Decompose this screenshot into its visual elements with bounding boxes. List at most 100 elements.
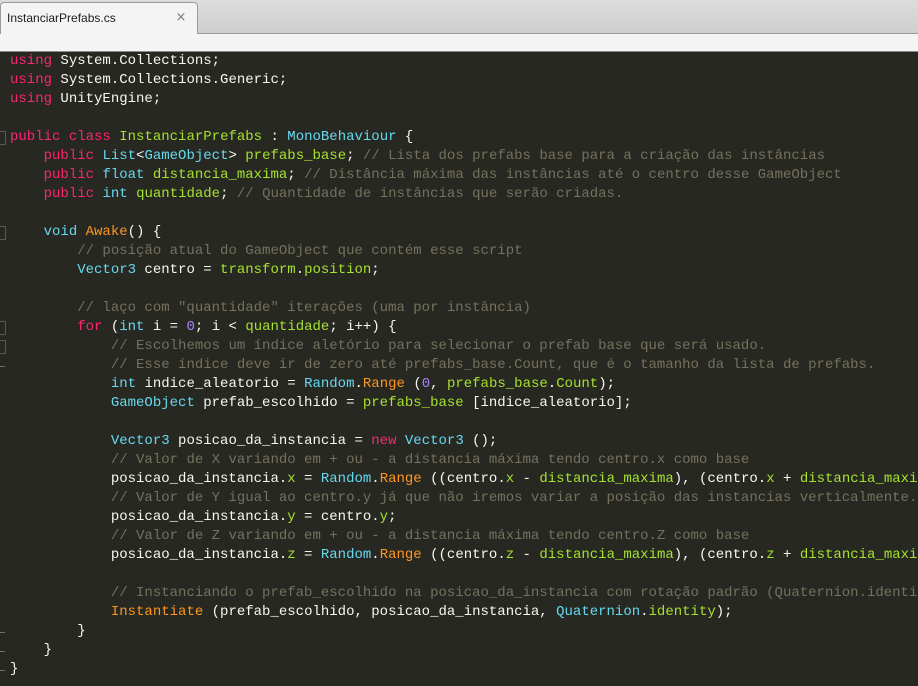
code-line: public class InstanciarPrefabs : MonoBeh…	[10, 128, 918, 147]
type-token: void	[43, 224, 78, 240]
code-line: }	[10, 660, 918, 679]
code-token: System.Collections;	[52, 53, 221, 69]
close-tab-icon[interactable]: ×	[173, 10, 189, 26]
fold-marker-icon[interactable]	[0, 226, 6, 240]
code-token: );	[715, 604, 733, 620]
type-token: GameObject	[110, 395, 195, 411]
identifier-token: x	[505, 471, 515, 487]
code-line: posicao_da_instancia.x = Random.Range ((…	[10, 470, 918, 489]
keyword-token: for	[77, 319, 103, 335]
comment-token: // Distância máxima das instâncias até o…	[304, 167, 842, 183]
keyword-token: public	[43, 167, 95, 183]
type-token: GameObject	[144, 148, 229, 164]
number-token: 0	[421, 376, 431, 392]
keyword-token: using	[10, 91, 53, 107]
code-line: // Instanciando o prefab_escolhido na po…	[10, 584, 918, 603]
identifier-token: distancia_maxima	[539, 547, 674, 563]
fold-marker-icon[interactable]	[0, 131, 6, 145]
code-text[interactable]: using System.Collections; using System.Co…	[10, 52, 918, 679]
type-token: Random	[320, 471, 372, 487]
code-line: }	[10, 622, 918, 641]
code-line: posicao_da_instancia.y = centro.y;	[10, 508, 918, 527]
identifier-token: prefabs_base	[446, 376, 548, 392]
comment-token: // Quantidade de instâncias que serão cr…	[236, 186, 624, 202]
code-token: (	[102, 319, 120, 335]
identifier-token: x	[766, 471, 775, 487]
fold-end-icon	[0, 651, 5, 652]
identifier-token: prefabs_base	[245, 148, 347, 164]
identifier-token: z	[766, 547, 775, 563]
code-token: posicao_da_instancia.	[10, 471, 288, 487]
function-token: Instantiate	[110, 604, 204, 620]
fold-end-icon	[0, 366, 5, 367]
fold-marker-icon[interactable]	[0, 321, 6, 335]
code-editor[interactable]: using System.Collections; using System.Co…	[0, 52, 918, 686]
type-token: Vector3	[404, 433, 464, 449]
identifier-token: z	[505, 547, 515, 563]
keyword-token: using	[10, 72, 53, 88]
type-token: Quaternion	[556, 604, 641, 620]
code-line: // posição atual do GameObject que conté…	[10, 242, 918, 261]
function-token: Range	[379, 547, 422, 563]
code-token: ; i <	[194, 319, 246, 335]
code-line: Instantiate (prefab_escolhido, posicao_d…	[10, 603, 918, 622]
type-token: int	[110, 376, 137, 392]
code-token: +	[774, 471, 800, 487]
code-token: +	[774, 547, 800, 563]
keyword-token: new	[371, 433, 397, 449]
identifier-token: distancia_maxima	[799, 471, 918, 487]
comment-token: // Esse índice deve ir de zero até prefa…	[110, 357, 876, 373]
identifier-token: quantidade	[245, 319, 330, 335]
code-line: // Escolhemos um índice aletório para se…	[10, 337, 918, 356]
code-token: ), (centro.	[673, 547, 767, 563]
code-token: .	[371, 547, 380, 563]
identifier-token: distancia_maxima	[152, 167, 288, 183]
comment-token: // posição atual do GameObject que conté…	[77, 243, 523, 259]
comment-token: // Valor de X variando em + ou - a dista…	[110, 452, 750, 468]
code-line: public int quantidade; // Quantidade de …	[10, 185, 918, 204]
keyword-token: class	[68, 129, 111, 145]
code-line: }	[10, 641, 918, 660]
code-line: // Valor de Y igual ao centro.y já que n…	[10, 489, 918, 508]
code-token: ();	[463, 433, 498, 449]
code-line: // Valor de Z variando em + ou - a dista…	[10, 527, 918, 546]
code-token: ((centro.	[421, 547, 506, 563]
code-token: i =	[144, 319, 187, 335]
identifier-token: identity	[648, 604, 716, 620]
type-token: int	[119, 319, 145, 335]
code-token: }	[10, 661, 19, 677]
code-token: ,	[430, 376, 447, 392]
code-token: centro =	[136, 262, 221, 278]
function-token: Awake	[85, 224, 128, 240]
code-token: );	[598, 376, 616, 392]
code-token: =	[295, 471, 321, 487]
comment-token: // Escolhemos um índice aletório para se…	[110, 338, 767, 354]
keyword-token: using	[10, 53, 53, 69]
code-token: () {	[127, 224, 162, 240]
type-token: Vector3	[77, 262, 137, 278]
identifier-token: z	[287, 547, 296, 563]
code-token: posicao_da_instancia =	[169, 433, 372, 449]
identifier-token: distancia_maxima	[539, 471, 674, 487]
fold-end-icon	[0, 632, 5, 633]
identifier-token: y	[287, 509, 296, 525]
file-tab[interactable]: InstanciarPrefabs.cs ×	[0, 2, 198, 34]
code-line: GameObject prefab_escolhido = prefabs_ba…	[10, 394, 918, 413]
identifier-token: transform	[220, 262, 296, 278]
code-token: {	[396, 129, 414, 145]
comment-token: // Valor de Z variando em + ou - a dista…	[110, 528, 750, 544]
code-token: ;	[371, 262, 380, 278]
code-line: // Esse índice deve ir de zero até prefa…	[10, 356, 918, 375]
fold-marker-icon[interactable]	[0, 340, 6, 354]
code-line: Vector3 posicao_da_instancia = new Vecto…	[10, 432, 918, 451]
identifier-token: quantidade	[136, 186, 221, 202]
code-line: // Valor de X variando em + ou - a dista…	[10, 451, 918, 470]
